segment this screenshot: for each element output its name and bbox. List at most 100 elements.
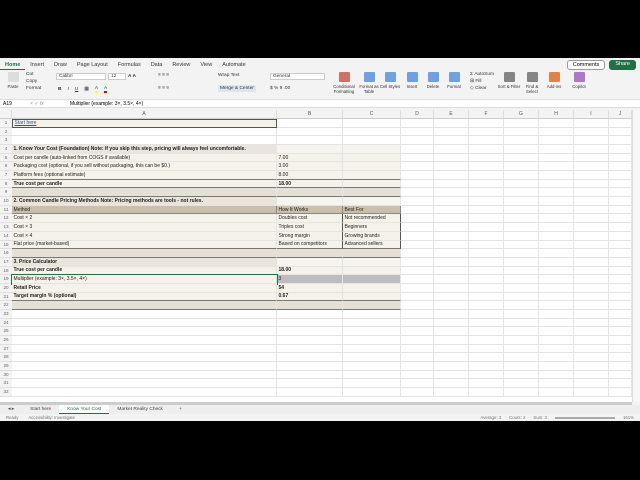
sheet-tab-start-here[interactable]: Start here xyxy=(22,407,59,412)
cell-J28[interactable] xyxy=(609,353,632,363)
cell-D10[interactable] xyxy=(401,197,434,206)
cell-G13[interactable] xyxy=(504,223,539,232)
cell-C27[interactable] xyxy=(343,344,401,354)
cell-H24[interactable] xyxy=(539,318,574,328)
row-header-2[interactable]: 2 xyxy=(0,127,12,137)
cell-D7[interactable] xyxy=(401,171,434,180)
cell-C22[interactable] xyxy=(343,301,401,310)
cell-G17[interactable] xyxy=(504,257,539,267)
cell-E5[interactable] xyxy=(434,153,469,163)
cell-E26[interactable] xyxy=(434,336,469,345)
cell-B21[interactable]: 0.67 xyxy=(277,292,343,302)
cell-I27[interactable] xyxy=(574,344,609,354)
cell-D24[interactable] xyxy=(401,318,434,328)
row-header-22[interactable]: 22 xyxy=(0,301,12,310)
cell-B5[interactable]: 7.00 xyxy=(277,153,343,163)
cell-C19[interactable] xyxy=(343,275,401,284)
cell-E18[interactable] xyxy=(434,266,469,276)
cell-G30[interactable] xyxy=(504,370,539,380)
cell-D2[interactable] xyxy=(401,127,434,137)
cell-H21[interactable] xyxy=(539,292,574,302)
cell-D4[interactable] xyxy=(401,145,434,154)
cell-A18[interactable]: True cost per candle xyxy=(12,266,277,276)
cell-D16[interactable] xyxy=(401,249,434,258)
cell-A9[interactable] xyxy=(12,188,277,198)
cell-D11[interactable] xyxy=(401,205,434,215)
cell-B32[interactable] xyxy=(277,388,343,397)
cell-E17[interactable] xyxy=(434,257,469,267)
cell-C14[interactable]: Growing brands xyxy=(343,231,401,241)
cell-H23[interactable] xyxy=(539,309,574,319)
ribbon-tab-review[interactable]: Review xyxy=(167,60,195,70)
cell-C13[interactable]: Beginners xyxy=(343,223,401,232)
cell-E25[interactable] xyxy=(434,327,469,336)
font-color-icon[interactable]: A xyxy=(104,86,108,93)
cell-F8[interactable] xyxy=(469,179,504,189)
cell-H2[interactable] xyxy=(539,127,574,137)
cell-J16[interactable] xyxy=(609,249,632,258)
cell-A2[interactable] xyxy=(12,127,277,137)
cell-C2[interactable] xyxy=(343,127,401,137)
share-button[interactable]: Share xyxy=(609,60,636,70)
cell-D14[interactable] xyxy=(401,231,434,241)
cell-D26[interactable] xyxy=(401,336,434,345)
cell-C4[interactable] xyxy=(343,145,401,154)
row-header-19[interactable]: 19 xyxy=(0,275,12,284)
cell-A5[interactable]: Cost per candle (auto-linked from COGS i… xyxy=(12,153,277,163)
row-header-7[interactable]: 7 xyxy=(0,171,12,180)
sort-filter-button[interactable]: Sort & Filter xyxy=(497,72,521,89)
format-button[interactable]: Format xyxy=(442,72,466,89)
cell-B11[interactable]: How It Works xyxy=(277,205,343,215)
start-here-link[interactable]: Start here xyxy=(12,119,277,128)
cell-E9[interactable] xyxy=(434,188,469,198)
cell-F2[interactable] xyxy=(469,127,504,137)
cell-B6[interactable]: 3.00 xyxy=(277,162,343,172)
cell-F4[interactable] xyxy=(469,145,504,154)
cell-F16[interactable] xyxy=(469,249,504,258)
row-header-15[interactable]: 15 xyxy=(0,240,12,250)
cell-B3[interactable] xyxy=(277,136,343,146)
cell-F10[interactable] xyxy=(469,197,504,206)
cell-H31[interactable] xyxy=(539,379,574,389)
cell-A10[interactable]: 2. Common Candle Pricing Methods Note: P… xyxy=(12,197,277,206)
cell-I16[interactable] xyxy=(574,249,609,258)
cell-I32[interactable] xyxy=(574,388,609,397)
cell-J3[interactable] xyxy=(609,136,632,146)
spreadsheet-grid[interactable]: A B C D E F G H I J 1 Start here 2 3 4 1. Know Your Cos… xyxy=(0,110,632,402)
cell-G9[interactable] xyxy=(504,188,539,198)
cell-C30[interactable] xyxy=(343,370,401,380)
row-header-27[interactable]: 27 xyxy=(0,344,12,354)
cell-D8[interactable] xyxy=(401,179,434,189)
cell-I10[interactable] xyxy=(574,197,609,206)
ribbon-tab-draw[interactable]: Draw xyxy=(49,60,72,70)
cell-I12[interactable] xyxy=(574,214,609,224)
cell-I11[interactable] xyxy=(574,205,609,215)
cell-I1[interactable] xyxy=(574,119,609,128)
merge-center-button[interactable]: Merge & Center xyxy=(218,85,256,92)
add-sheet-button[interactable]: + xyxy=(171,407,190,412)
cell-B25[interactable] xyxy=(277,327,343,336)
cell-C6[interactable] xyxy=(343,162,401,172)
cell-D22[interactable] xyxy=(401,301,434,310)
cell-A14[interactable]: Cost × 4 xyxy=(12,231,277,241)
cell-J15[interactable] xyxy=(609,240,632,250)
row-header-28[interactable]: 28 xyxy=(0,353,12,363)
zoom-level[interactable]: 161% xyxy=(623,415,634,420)
cell-H28[interactable] xyxy=(539,353,574,363)
cell-J24[interactable] xyxy=(609,318,632,328)
cell-A11[interactable]: Method xyxy=(12,205,277,215)
cell-F32[interactable] xyxy=(469,388,504,397)
number-format-select[interactable]: General xyxy=(270,73,325,80)
cell-I14[interactable] xyxy=(574,231,609,241)
cell-F12[interactable] xyxy=(469,214,504,224)
cell-D3[interactable] xyxy=(401,136,434,146)
cell-G22[interactable] xyxy=(504,301,539,310)
cell-F31[interactable] xyxy=(469,379,504,389)
cell-H9[interactable] xyxy=(539,188,574,198)
cell-E24[interactable] xyxy=(434,318,469,328)
cell-H30[interactable] xyxy=(539,370,574,380)
bold-button[interactable]: B xyxy=(58,87,61,92)
cell-J19[interactable] xyxy=(609,275,632,284)
cell-F1[interactable] xyxy=(469,119,504,128)
cell-D23[interactable] xyxy=(401,309,434,319)
